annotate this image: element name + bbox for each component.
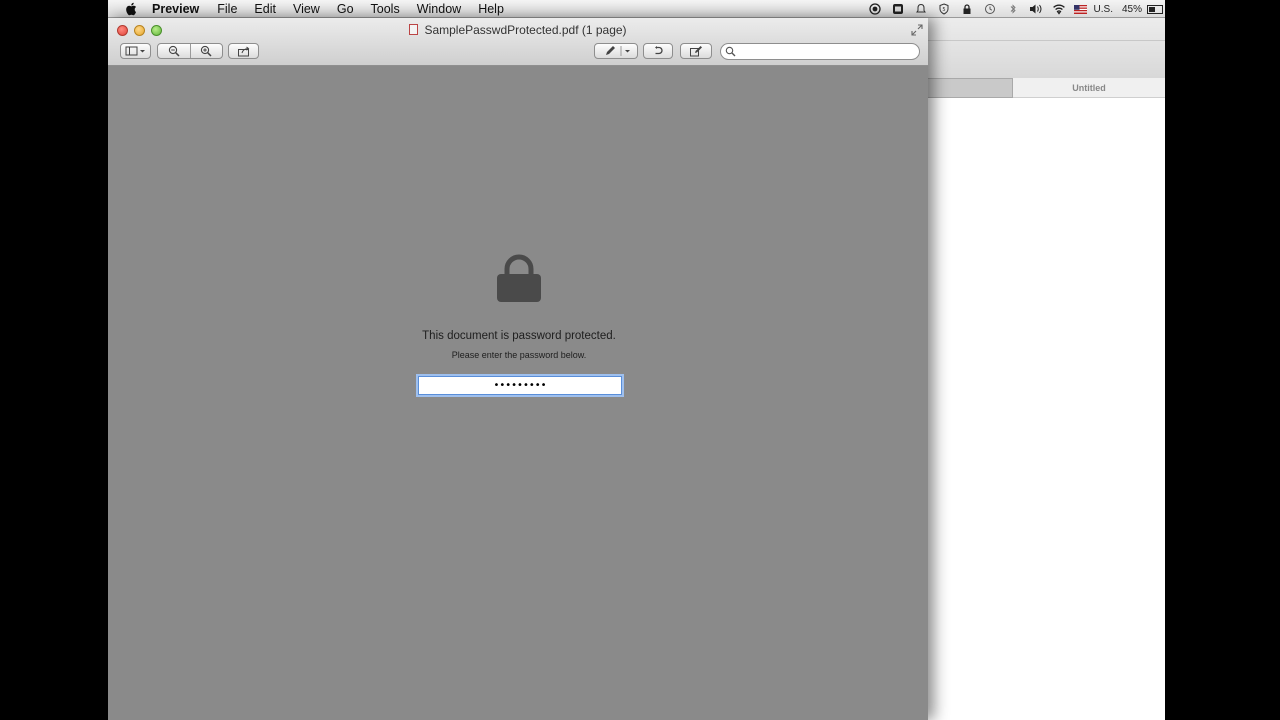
password-prompt-title: This document is password protected. [422, 330, 616, 342]
annotate-button[interactable] [594, 43, 638, 59]
wifi-icon[interactable] [1052, 2, 1066, 16]
background-window-divider [928, 40, 1165, 41]
background-window-tab[interactable] [928, 78, 1013, 98]
fullscreen-icon[interactable] [911, 24, 923, 36]
background-window-toolbar [928, 18, 1165, 79]
share-icon [237, 46, 249, 56]
menu-view[interactable]: View [293, 0, 320, 18]
dropbox-icon[interactable] [891, 2, 905, 16]
padlock-icon [497, 254, 541, 302]
bluetooth-icon[interactable] [1006, 2, 1020, 16]
search-icon [725, 46, 736, 57]
zoom-out-icon [168, 45, 180, 57]
preview-window: SamplePasswdProtected.pdf (1 page) This … [108, 18, 928, 720]
menu-help[interactable]: Help [478, 0, 504, 18]
share-button[interactable] [228, 43, 259, 59]
apple-logo-icon[interactable] [124, 2, 138, 16]
battery-percent[interactable]: 45% [1122, 4, 1142, 15]
edit-pencil-icon [690, 45, 702, 56]
menu-go[interactable]: Go [337, 0, 354, 18]
screen: Preview File Edit View Go Tools Window H… [108, 0, 1165, 720]
title-bar: SamplePasswdProtected.pdf (1 page) [108, 18, 928, 66]
menu-bar: Preview File Edit View Go Tools Window H… [108, 0, 1165, 18]
record-icon[interactable] [868, 2, 882, 16]
document-content-area: This document is password protected. Ple… [108, 66, 928, 720]
zoom-out-button[interactable] [158, 44, 190, 58]
background-window: Untitled [928, 18, 1165, 720]
lock-icon[interactable] [960, 2, 974, 16]
zoom-in-button[interactable] [190, 44, 222, 58]
notification-icon[interactable] [914, 2, 928, 16]
menu-window[interactable]: Window [417, 0, 461, 18]
background-window-tab-untitled[interactable]: Untitled [1013, 78, 1165, 98]
menu-tools[interactable]: Tools [371, 0, 400, 18]
flag-icon[interactable] [1074, 2, 1088, 16]
shield-icon[interactable]: 5 [937, 2, 951, 16]
zoom-in-icon [201, 45, 212, 57]
sidebar-toggle-button[interactable] [120, 43, 151, 59]
rotate-icon [655, 46, 663, 55]
menu-edit[interactable]: Edit [254, 0, 276, 18]
status-area: 5 U.S. 45% [859, 0, 1165, 18]
pdf-document-icon [409, 24, 419, 35]
time-machine-icon[interactable] [983, 2, 997, 16]
search-input[interactable] [720, 43, 920, 60]
password-input[interactable] [418, 376, 622, 395]
zoom-button-group [157, 43, 223, 59]
input-source-label[interactable]: U.S. [1094, 4, 1113, 15]
sidebar-icon [125, 46, 145, 56]
pen-icon [606, 46, 630, 56]
menu-app-preview[interactable]: Preview [152, 0, 199, 18]
window-title: SamplePasswdProtected.pdf (1 page) [108, 23, 928, 37]
battery-icon[interactable] [1147, 4, 1163, 14]
edit-toolbar-button[interactable] [680, 43, 712, 59]
menu-file[interactable]: File [217, 0, 237, 18]
svg-text:5: 5 [942, 7, 945, 13]
volume-icon[interactable] [1029, 2, 1043, 16]
password-prompt-subtitle: Please enter the password below. [451, 350, 587, 360]
window-title-text: SamplePasswdProtected.pdf (1 page) [424, 23, 627, 37]
rotate-button[interactable] [643, 43, 673, 59]
